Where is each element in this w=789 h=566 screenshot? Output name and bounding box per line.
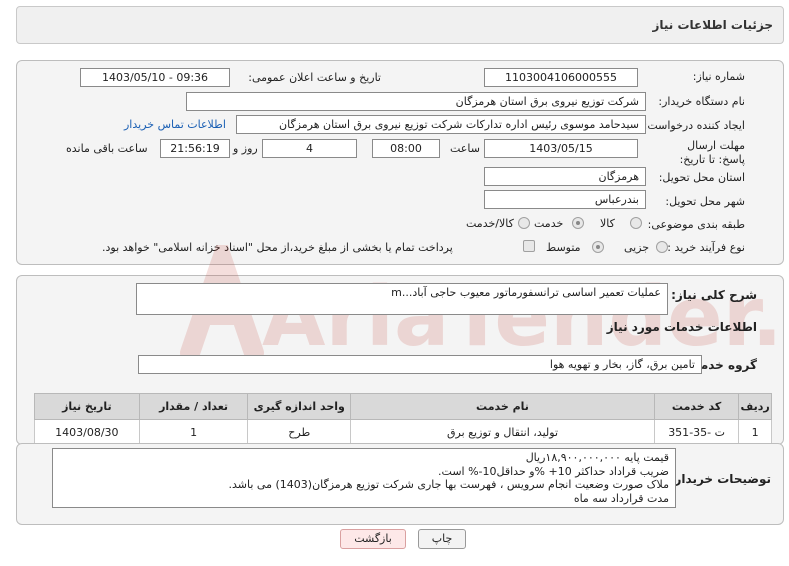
process-option-minor: جزیی xyxy=(624,241,650,254)
payment-note: پرداخت تمام یا بخشی از مبلغ خرید،از محل … xyxy=(102,241,453,254)
category-radio-goods-service[interactable] xyxy=(518,217,530,229)
category-option-service: خدمت xyxy=(534,217,564,230)
summary-textarea[interactable]: عملیات تعمیر اساسی ترانسفورماتور معیوب ح… xyxy=(136,283,668,315)
cell-unit: طرح xyxy=(247,419,352,446)
creator-label: ایجاد کننده درخواست: xyxy=(643,119,745,132)
col-qty: تعداد / مقدار xyxy=(138,393,249,420)
details-panel xyxy=(16,60,784,265)
table-row: 1 ت -35-351 تولید، انتقال و توزیع برق طر… xyxy=(34,419,772,446)
deadline-time-label: ساعت xyxy=(450,142,480,155)
process-option-medium: متوسط xyxy=(546,241,581,254)
cell-date: 1403/08/30 xyxy=(34,419,140,446)
notes-line: ضریب قراداد حداکثر 10+ %و حداقل10-% است. xyxy=(438,464,669,478)
cell-name: تولید، انتقال و توزیع برق xyxy=(350,419,655,446)
category-option-goods-service: کالا/خدمت xyxy=(466,217,514,230)
process-label: نوع فرآیند خرید : xyxy=(667,241,745,254)
page-header: جزئیات اطلاعات نیاز xyxy=(16,6,784,44)
col-code: کد خدمت xyxy=(653,393,740,420)
remaining-label: ساعت باقی مانده xyxy=(66,142,148,155)
province-label: استان محل تحویل: xyxy=(658,171,745,184)
services-table-wrap: ردیف کد خدمت نام خدمت واحد اندازه گیری ت… xyxy=(34,393,772,446)
deadline-time-field[interactable]: 08:00 xyxy=(372,139,440,158)
summary-text: عملیات تعمیر اساسی ترانسفورماتور معیوب ح… xyxy=(391,286,661,299)
cell-qty: 1 xyxy=(138,419,249,446)
category-label: طبقه بندی موضوعی: xyxy=(647,218,745,231)
announce-label: تاریخ و ساعت اعلان عمومی: xyxy=(248,71,381,84)
process-radio-minor[interactable] xyxy=(656,241,668,253)
col-date: تاریخ نیاز xyxy=(34,393,140,420)
days-label: روز و xyxy=(233,142,258,155)
buyer-org-field[interactable]: شرکت توزیع نیروی برق استان هرمزگان xyxy=(186,92,646,111)
buyer-notes-textarea[interactable]: قیمت پایه ۱۸,۹۰۰,۰۰۰,۰۰۰ریال ضریب قراداد… xyxy=(52,448,676,508)
days-field[interactable]: 4 xyxy=(262,139,357,158)
cell-row: 1 xyxy=(738,419,772,446)
category-radio-service[interactable] xyxy=(572,217,584,229)
notes-line: مدت قرارداد سه ماه xyxy=(573,491,669,505)
category-option-goods: کالا xyxy=(600,217,615,230)
services-table: ردیف کد خدمت نام خدمت واحد اندازه گیری ت… xyxy=(34,393,772,446)
page-title: جزئیات اطلاعات نیاز xyxy=(652,18,773,32)
buyer-notes-label: توضیحات خریدار: xyxy=(669,472,771,486)
announce-field[interactable]: 1403/05/10 - 09:36 xyxy=(80,68,230,87)
process-radio-medium[interactable] xyxy=(592,241,604,253)
cell-code: ت -35-351 xyxy=(653,419,740,446)
city-field[interactable]: بندرعباس xyxy=(484,190,646,209)
announce-value: 1403/05/10 - 09:36 xyxy=(101,71,209,84)
need-number-field[interactable]: 1103004106000555 xyxy=(484,68,638,87)
province-field[interactable]: هرمزگان xyxy=(484,167,646,186)
summary-label: شرح کلی نیاز: xyxy=(671,288,757,302)
category-radio-goods[interactable] xyxy=(630,217,642,229)
deadline-label: مهلت ارسال پاسخ: تا تاریخ: xyxy=(679,139,745,166)
city-label: شهر محل تحویل: xyxy=(665,195,745,208)
remaining-time-field[interactable]: 21:56:19 xyxy=(160,139,230,158)
buyer-contact-link[interactable]: اطلاعات تماس خریدار xyxy=(124,118,226,131)
service-group-field[interactable]: تامین برق، گاز، بخار و تهویه هوا xyxy=(138,355,702,374)
col-unit: واحد اندازه گیری xyxy=(247,393,352,420)
back-button[interactable]: بازگشت xyxy=(340,529,406,549)
col-row: ردیف xyxy=(738,393,772,420)
creator-field[interactable]: سیدحامد موسوی رئیس اداره تدارکات شرکت تو… xyxy=(236,115,646,134)
notes-line: قیمت پایه ۱۸,۹۰۰,۰۰۰,۰۰۰ریال xyxy=(525,451,669,464)
services-table-header: ردیف کد خدمت نام خدمت واحد اندازه گیری ت… xyxy=(34,393,772,420)
deadline-date-field[interactable]: 1403/05/15 xyxy=(484,139,638,158)
col-name: نام خدمت xyxy=(350,393,655,420)
need-number-label: شماره نیاز: xyxy=(692,70,745,83)
print-button[interactable]: چاپ xyxy=(418,529,466,549)
services-section-title: اطلاعات خدمات مورد نیاز xyxy=(606,320,757,334)
buyer-org-label: نام دستگاه خریدار: xyxy=(658,95,745,108)
notes-line: ملاک صورت وضعیت انجام سرویس ، فهرست بها … xyxy=(228,478,669,491)
treasury-payment-checkbox[interactable] xyxy=(523,240,535,252)
